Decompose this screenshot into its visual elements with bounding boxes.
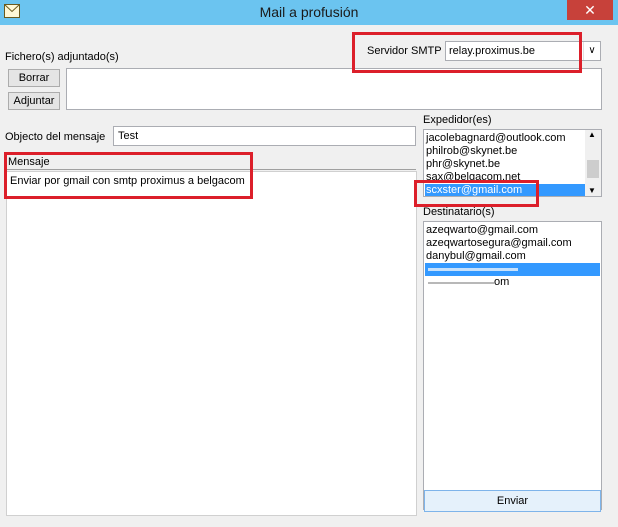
- list-item[interactable]: azeqwartosegura@gmail.com: [426, 237, 572, 250]
- delete-button[interactable]: Borrar: [8, 69, 60, 87]
- list-item[interactable]: phr@skynet.be: [426, 158, 500, 171]
- redacted-text: [428, 282, 494, 284]
- message-highlight: [4, 152, 253, 199]
- subject-label: Objecto del mensaje: [5, 131, 106, 143]
- scroll-down-icon[interactable]: ▼: [588, 186, 596, 195]
- recipients-label: Destinatario(s): [423, 206, 495, 218]
- scroll-up-icon[interactable]: ▲: [588, 130, 596, 139]
- window-title: Mail a profusión: [259, 4, 359, 20]
- smtp-highlight: [352, 32, 582, 73]
- senders-label: Expedidor(es): [423, 114, 492, 126]
- main-form: Fichero(s) adjuntado(s) Borrar Adjuntar …: [1, 25, 617, 526]
- subject-input[interactable]: Test: [113, 126, 416, 146]
- title-bar: Mail a profusión ✕: [0, 0, 618, 25]
- list-item[interactable]: danybul@gmail.com: [426, 250, 526, 263]
- senders-scrollbar[interactable]: ▲ ▼: [585, 130, 601, 196]
- scroll-thumb[interactable]: [587, 160, 599, 178]
- redacted-text: [428, 268, 518, 271]
- list-item[interactable]: philrob@skynet.be: [426, 145, 517, 158]
- close-icon[interactable]: ✕: [567, 0, 613, 20]
- message-body[interactable]: Enviar por gmail con smtp proximus a bel…: [6, 171, 417, 516]
- list-item[interactable]: jacolebagnard@outlook.com: [426, 132, 566, 145]
- chevron-down-icon[interactable]: ∨: [583, 42, 600, 60]
- attachments-list[interactable]: [66, 68, 602, 110]
- list-item[interactable]: azeqwarto@gmail.com: [426, 224, 538, 237]
- recipients-list[interactable]: azeqwarto@gmail.com azeqwartosegura@gmai…: [423, 221, 602, 510]
- attach-button[interactable]: Adjuntar: [8, 92, 60, 110]
- send-button[interactable]: Enviar: [424, 490, 601, 512]
- attachments-label: Fichero(s) adjuntado(s): [5, 51, 119, 63]
- sender-highlight: [414, 180, 539, 207]
